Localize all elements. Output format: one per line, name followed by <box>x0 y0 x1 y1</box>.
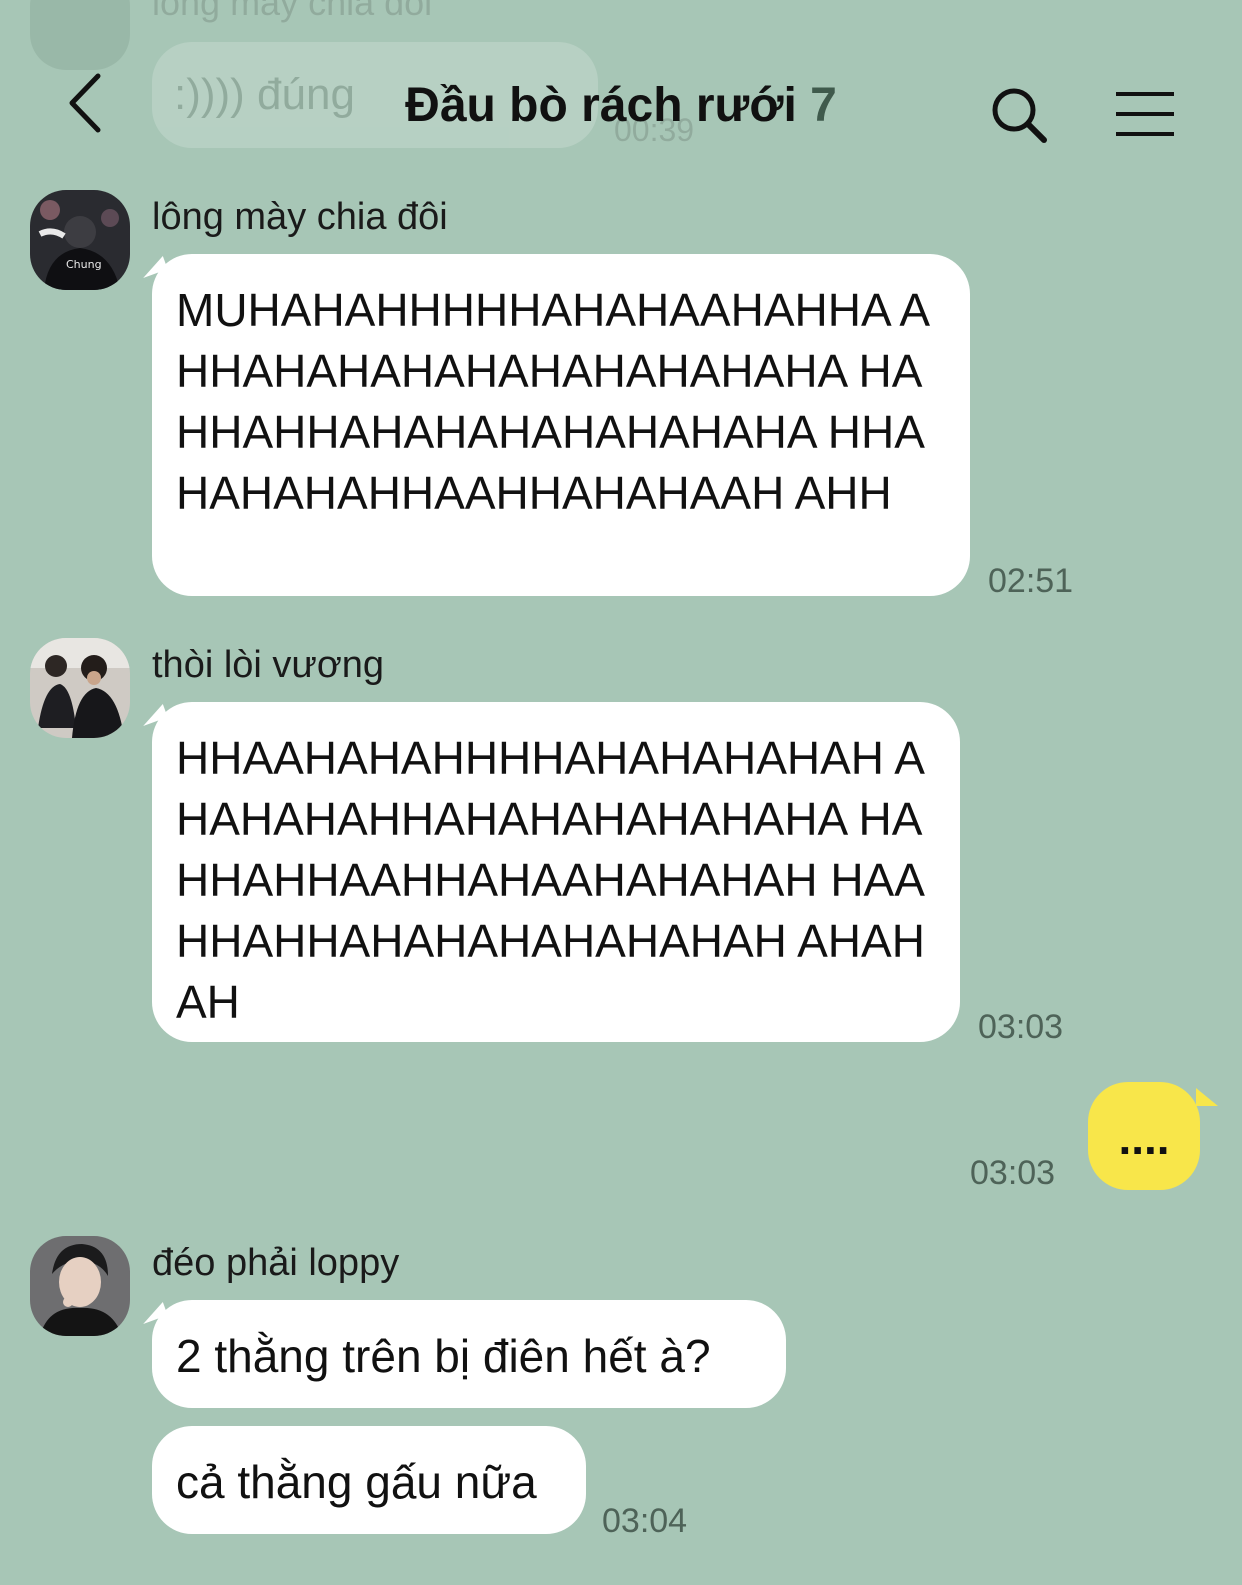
avatar-thoi-loi-vuong[interactable] <box>30 638 130 738</box>
search-icon <box>992 88 1047 143</box>
menu-button[interactable] <box>1114 90 1176 140</box>
message-bubble[interactable]: cả thằng gấu nữa <box>152 1426 586 1534</box>
ghost-avatar <box>30 0 130 70</box>
chat-title: Đầu bò rách rưới 7 <box>0 78 1242 133</box>
message-time: 03:04 <box>602 1502 688 1540</box>
avatar-deo-phai-loppy[interactable] <box>30 1236 130 1336</box>
group-name: Đầu bò rách rưới <box>405 79 797 132</box>
message-time: 03:03 <box>978 1008 1064 1046</box>
avatar-long-may-chia-doi[interactable]: Chung <box>30 190 130 290</box>
menu-icon <box>1116 92 1174 136</box>
member-count: 7 <box>810 79 837 132</box>
my-message-bubble[interactable]: .... <box>1088 1082 1200 1190</box>
my-message-tail <box>1196 1088 1218 1106</box>
search-button[interactable] <box>990 86 1052 148</box>
svg-text:Chung: Chung <box>66 258 102 271</box>
sender-name: đéo phải loppy <box>152 1242 400 1284</box>
message-bubble[interactable]: MUHAHAHHHHHAHAHAAHAHHA AHHAHAHAHAHAHAHAH… <box>152 254 970 596</box>
message-bubble[interactable]: 2 thằng trên bị điên hết à? <box>152 1300 786 1408</box>
avatar-photo-icon <box>30 1236 130 1336</box>
sender-name: lông mày chia đôi <box>152 196 448 238</box>
message-bubble[interactable]: HHAAHAHAHHHHAHAHAHAHAH AHAHAHAHHAHAHAHAH… <box>152 702 960 1042</box>
message-time: 03:03 <box>970 1154 1056 1192</box>
sender-name: thòi lòi vương <box>152 644 385 686</box>
message-time: 02:51 <box>988 562 1074 600</box>
ghost-sender-name: lông mày chia đôi <box>152 0 433 23</box>
avatar-photo-icon <box>30 638 130 738</box>
avatar-photo-icon: Chung <box>30 190 130 290</box>
